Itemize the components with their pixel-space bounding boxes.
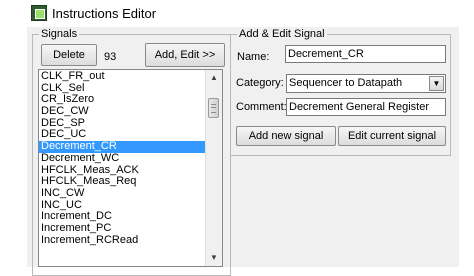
list-item[interactable]: CLK_FR_out bbox=[39, 70, 205, 83]
add-edit-button[interactable]: Add, Edit >> bbox=[145, 43, 225, 67]
category-select[interactable]: Sequencer to Datapath ▼ bbox=[286, 74, 446, 93]
scroll-down-icon[interactable]: ▼ bbox=[206, 250, 222, 266]
comment-field[interactable]: Decrement General Register bbox=[286, 98, 446, 116]
chevron-down-icon[interactable]: ▼ bbox=[429, 76, 444, 91]
title-bar: Instructions Editor bbox=[27, 0, 232, 27]
window-title: Instructions Editor bbox=[52, 6, 157, 21]
vertical-scrollbar[interactable]: ▲ ▼ bbox=[205, 70, 222, 266]
edit-current-signal-label: Edit current signal bbox=[347, 130, 437, 142]
list-item[interactable]: Increment_RCRead bbox=[39, 234, 205, 247]
category-value: Sequencer to Datapath bbox=[289, 77, 403, 89]
editor-window: Signals Delete 93 Add, Edit >> CLK_FR_ou… bbox=[27, 27, 459, 276]
signals-list[interactable]: CLK_FR_out CLK_Sel CR_IsZero DEC_CW DEC_SP DE… bbox=[38, 69, 223, 267]
add-new-signal-label: Add new signal bbox=[248, 130, 324, 142]
name-field[interactable]: Decrement_CR bbox=[285, 45, 446, 63]
list-item[interactable]: Decrement_WC bbox=[39, 152, 205, 165]
signals-list-items: CLK_FR_out CLK_Sel CR_IsZero DEC_CW DEC_SP DE… bbox=[39, 70, 205, 247]
add-new-signal-button[interactable]: Add new signal bbox=[236, 126, 336, 146]
scroll-thumb[interactable] bbox=[208, 98, 219, 118]
edit-current-signal-button[interactable]: Edit current signal bbox=[338, 126, 446, 146]
name-label: Name: bbox=[237, 51, 270, 63]
add-edit-signal-group: Add & Edit Signal Name: Decrement_CR Cat… bbox=[230, 28, 451, 156]
scroll-up-icon[interactable]: ▲ bbox=[206, 70, 222, 86]
delete-button-label: Delete bbox=[53, 49, 85, 61]
add-edit-button-label: Add, Edit >> bbox=[154, 49, 216, 61]
comment-label: Comment: bbox=[236, 101, 287, 113]
app-icon[interactable] bbox=[31, 5, 47, 21]
list-item[interactable]: DEC_CW bbox=[39, 105, 205, 118]
category-label: Category: bbox=[236, 77, 284, 89]
signals-group: Signals Delete 93 Add, Edit >> CLK_FR_ou… bbox=[32, 28, 231, 276]
list-item[interactable]: INC_CW bbox=[39, 187, 205, 200]
add-edit-group-label: Add & Edit Signal bbox=[237, 28, 327, 40]
delete-button[interactable]: Delete bbox=[41, 44, 97, 66]
list-item[interactable]: Increment_PC bbox=[39, 222, 205, 235]
signals-group-label: Signals bbox=[39, 28, 80, 40]
signal-count: 93 bbox=[104, 51, 117, 63]
